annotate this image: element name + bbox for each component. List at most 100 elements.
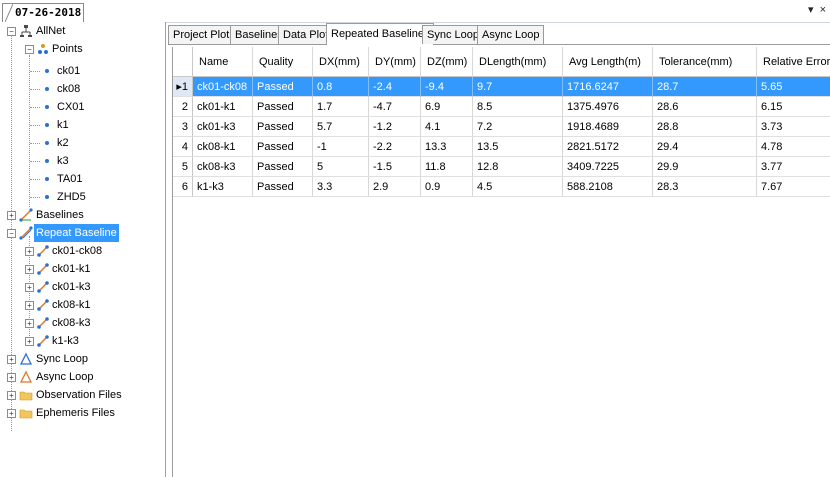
table-cell[interactable]: 13.5 <box>473 137 563 157</box>
table-cell[interactable]: -1.2 <box>369 117 421 137</box>
close-icon[interactable]: × <box>820 4 826 16</box>
table-cell[interactable]: Passed <box>253 177 313 197</box>
table-cell[interactable]: 3.77 <box>757 157 830 177</box>
table-cell[interactable]: 12.8 <box>473 157 563 177</box>
expand-icon[interactable]: + <box>25 247 34 256</box>
table-cell[interactable]: 13.3 <box>421 137 473 157</box>
collapse-icon[interactable]: − <box>7 27 16 36</box>
column-header[interactable]: DLength(mm) <box>473 47 563 77</box>
table-cell[interactable]: -4.7 <box>369 97 421 117</box>
row-header[interactable]: 3 <box>173 117 193 137</box>
table-cell[interactable]: ck01-k3 <box>193 117 253 137</box>
expand-icon[interactable]: + <box>7 391 16 400</box>
table-cell[interactable]: 1918.4689 <box>563 117 653 137</box>
expand-icon[interactable]: + <box>7 355 16 364</box>
table-cell[interactable]: -2.4 <box>369 77 421 97</box>
expand-icon[interactable]: + <box>7 409 16 418</box>
table-cell[interactable]: 1.7 <box>313 97 369 117</box>
tree-label: Ephemeris Files <box>36 407 115 419</box>
table-cell[interactable]: 3.3 <box>313 177 369 197</box>
column-header[interactable]: Relative Error( <box>757 47 830 77</box>
table-cell[interactable]: 5.65 <box>757 77 830 97</box>
expand-icon[interactable]: + <box>25 337 34 346</box>
tab-sync-loop[interactable]: Sync Loop <box>422 25 484 44</box>
document-tab[interactable]: 07-26-2018 <box>2 3 84 22</box>
table-cell[interactable]: ck01-k1 <box>193 97 253 117</box>
table-cell[interactable]: 5 <box>313 157 369 177</box>
table-cell[interactable]: ck08-k1 <box>193 137 253 157</box>
table-cell[interactable]: -1.5 <box>369 157 421 177</box>
table-cell[interactable]: 0.9 <box>421 177 473 197</box>
table-cell[interactable]: -1 <box>313 137 369 157</box>
dropdown-icon[interactable]: ▾ <box>808 4 814 16</box>
table-cell[interactable]: 7.67 <box>757 177 830 197</box>
table-cell[interactable]: ck08-k3 <box>193 157 253 177</box>
collapse-icon[interactable]: − <box>7 229 16 238</box>
table-cell[interactable]: 28.3 <box>653 177 757 197</box>
table-cell[interactable]: -2.2 <box>369 137 421 157</box>
table-cell[interactable]: Passed <box>253 157 313 177</box>
table-cell[interactable]: 8.5 <box>473 97 563 117</box>
column-header[interactable]: DX(mm) <box>313 47 369 77</box>
table-cell[interactable]: Passed <box>253 117 313 137</box>
expand-icon[interactable]: + <box>25 301 34 310</box>
table-cell[interactable]: 6.15 <box>757 97 830 117</box>
expand-icon[interactable]: + <box>25 283 34 292</box>
table-cell[interactable]: 4.5 <box>473 177 563 197</box>
table-cell[interactable]: 588.2108 <box>563 177 653 197</box>
table-cell[interactable]: 6.9 <box>421 97 473 117</box>
row-header[interactable]: ▸1 <box>173 77 193 97</box>
tree-label: TA01 <box>57 173 83 185</box>
row-header[interactable]: 6 <box>173 177 193 197</box>
table-cell[interactable]: 28.7 <box>653 77 757 97</box>
tab-project-plot[interactable]: Project Plot <box>168 25 235 44</box>
table-cell[interactable]: 2821.5172 <box>563 137 653 157</box>
table-cell[interactable]: 28.8 <box>653 117 757 137</box>
table-cell[interactable]: 3409.7225 <box>563 157 653 177</box>
expand-icon[interactable]: + <box>25 319 34 328</box>
row-header[interactable]: 4 <box>173 137 193 157</box>
row-number: 1 <box>181 81 188 93</box>
repeat-baseline-icon <box>19 226 33 240</box>
table-cell[interactable]: 4.78 <box>757 137 830 157</box>
expand-icon[interactable]: + <box>7 373 16 382</box>
column-header[interactable]: Name <box>193 47 253 77</box>
table-cell[interactable]: 29.4 <box>653 137 757 157</box>
table-cell[interactable]: ck01-ck08 <box>193 77 253 97</box>
table-cell[interactable]: 28.6 <box>653 97 757 117</box>
table-cell[interactable]: 1716.6247 <box>563 77 653 97</box>
tab-data-plot[interactable]: Data Plot <box>278 25 334 44</box>
point-icon <box>45 105 49 109</box>
column-header[interactable]: DZ(mm) <box>421 47 473 77</box>
table-cell[interactable]: Passed <box>253 77 313 97</box>
table-cell[interactable]: 11.8 <box>421 157 473 177</box>
table-cell[interactable]: -9.4 <box>421 77 473 97</box>
column-header[interactable]: DY(mm) <box>369 47 421 77</box>
table-cell[interactable]: 2.9 <box>369 177 421 197</box>
table-cell[interactable]: 7.2 <box>473 117 563 137</box>
tab-repeated-baselines[interactable]: Repeated Baselines <box>326 23 435 45</box>
table-cell[interactable]: 3.73 <box>757 117 830 137</box>
table-cell[interactable]: 5.7 <box>313 117 369 137</box>
project-tree: − AllNet − Points ck01 ck08 CX01 k1 k2 k… <box>0 22 166 477</box>
row-header[interactable]: 5 <box>173 157 193 177</box>
tree-label: Async Loop <box>36 371 94 383</box>
table-cell[interactable]: 9.7 <box>473 77 563 97</box>
table-cell[interactable]: 29.9 <box>653 157 757 177</box>
points-icon <box>38 44 48 54</box>
table-cell[interactable]: k1-k3 <box>193 177 253 197</box>
column-header[interactable]: Avg Length(m) <box>563 47 653 77</box>
expand-icon[interactable]: + <box>7 211 16 220</box>
table-cell[interactable]: 0.8 <box>313 77 369 97</box>
tab-slant-icon <box>5 4 13 22</box>
collapse-icon[interactable]: − <box>25 45 34 54</box>
table-cell[interactable]: 1375.4976 <box>563 97 653 117</box>
expand-icon[interactable]: + <box>25 265 34 274</box>
tab-async-loop[interactable]: Async Loop <box>477 25 545 44</box>
table-cell[interactable]: Passed <box>253 97 313 117</box>
row-header[interactable]: 2 <box>173 97 193 117</box>
table-cell[interactable]: 4.1 <box>421 117 473 137</box>
column-header[interactable]: Quality <box>253 47 313 77</box>
column-header[interactable]: Tolerance(mm) <box>653 47 757 77</box>
table-cell[interactable]: Passed <box>253 137 313 157</box>
